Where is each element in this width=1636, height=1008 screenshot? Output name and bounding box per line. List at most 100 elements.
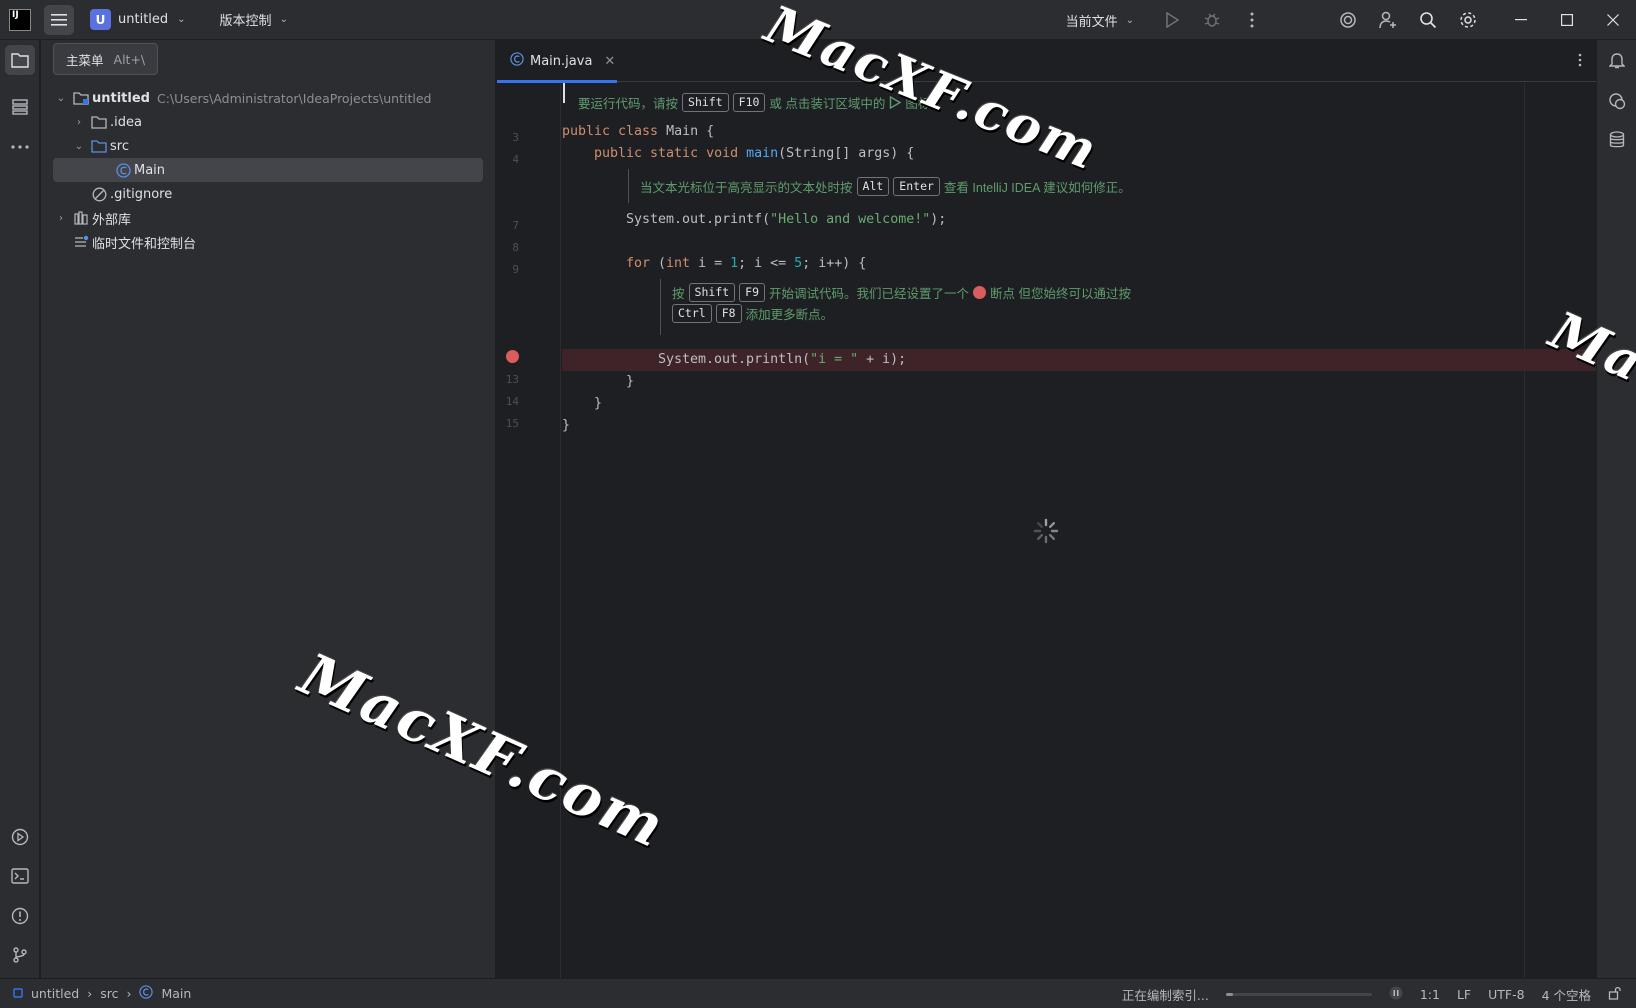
search-everywhere-button[interactable] [1415,7,1441,33]
terminal-tool-button[interactable] [5,861,35,891]
chevron-down-icon[interactable]: ⌄ [73,141,85,152]
hint-text: 添加更多断点。 [745,308,834,322]
structure-tool-button[interactable] [5,92,35,122]
close-window-button[interactable] [1590,0,1636,40]
keycap-ctrl: Ctrl [672,304,712,323]
hint-text: 或 点击装订区域中的 [769,97,886,111]
vcs-label: 版本控制 [219,14,272,29]
run-hint: 要运行代码，请按 Shift F10 或 点击装订区域中的 图标。 [578,93,943,112]
ai-assistant-button[interactable] [1335,7,1361,33]
tree-item-main[interactable]: Main [53,158,483,182]
debug-hint-line1: 按 Shift F9 开始调试代码。我们已经设置了一个 断点 但您始终可以通过按 [672,283,1131,302]
project-tool-button[interactable] [5,45,35,75]
tree-root-untitled[interactable]: ⌄ untitled C:\Users\Administrator\IdeaPr… [41,86,495,110]
chevron-right-icon[interactable]: › [55,213,67,224]
maximize-button[interactable] [1544,0,1590,40]
keycap-enter: Enter [893,177,940,196]
tab-main-java[interactable]: Main.java ✕ [497,40,617,83]
tree-item-label: 临时文件和控制台 [92,236,197,252]
tree-item-scratches[interactable]: 临时文件和控制台 [41,230,495,254]
code-line-12: System.out.println("i = " + i); [658,352,907,367]
java-class-icon [510,52,524,70]
breadcrumb-item[interactable]: src [100,986,118,1001]
keycap-shift: Shift [688,283,736,302]
breakpoint-icon[interactable] [506,350,519,363]
git-tool-button[interactable] [5,940,35,970]
minimize-icon [1515,19,1527,21]
keycap-shift: Shift [682,93,729,112]
library-icon [73,210,89,226]
line-number: 9 [512,263,519,276]
vcs-menu[interactable]: 版本控制 ⌄ [220,10,288,29]
tab-options-button[interactable] [1578,52,1582,71]
terminal-icon [11,868,29,884]
breakpoint-icon [973,286,987,299]
code-line-15: } [562,418,571,433]
read-only-toggle[interactable] [1608,986,1622,1003]
database-button[interactable] [1602,125,1632,155]
line-number: 13 [505,373,519,386]
module-icon [13,986,23,1001]
keycap-f10: F10 [732,93,766,112]
file-encoding[interactable]: UTF-8 [1488,987,1524,1002]
source-folder-icon [91,138,107,154]
hint-text: 图标。 [905,97,943,111]
line-separator[interactable]: LF [1457,987,1471,1002]
gear-icon [1460,12,1476,28]
warning-circle-icon [11,907,29,925]
hint-bar [660,279,661,335]
status-bar: untitled › src › Main 正在编制索引... 1:1 LF U… [0,978,1636,1008]
code-line-14: } [594,396,603,411]
ignored-file-icon [91,186,107,202]
chevron-right-icon: › [87,986,93,1001]
settings-button[interactable] [1455,7,1481,33]
pause-indexing-button[interactable] [1389,986,1403,1003]
chevron-right-icon[interactable]: › [73,117,85,128]
debug-hint-line2: Ctrl F8 添加更多断点。 [672,304,833,323]
editor-gutter[interactable]: 3 4 7 8 9 13 14 15 [497,83,561,978]
breadcrumb-item[interactable]: untitled [31,986,79,1001]
structure-icon [12,99,28,115]
hint-text: 断点 但您始终可以通过按 [990,287,1131,301]
right-tool-strip [1596,40,1636,978]
run-icon [1166,12,1179,28]
notifications-button[interactable] [1602,45,1632,75]
run-button[interactable] [1159,7,1185,33]
title-bar: IJ U untitled ⌄ 版本控制 ⌄ 当前文件 ⌄ [0,0,1636,40]
close-tab-icon[interactable]: ✕ [604,54,615,69]
run-tool-button[interactable] [5,822,35,852]
more-tools-button[interactable] [5,132,35,162]
project-name: untitled [118,12,169,27]
main-menu-button[interactable] [44,4,74,35]
problems-tool-button[interactable] [5,901,35,931]
run-config-selector[interactable]: 当前文件 ⌄ [1066,11,1134,30]
unlock-icon [1608,986,1621,1000]
caret-position[interactable]: 1:1 [1420,987,1440,1002]
code-line-13: } [626,374,635,389]
more-actions-button[interactable] [1239,7,1265,33]
text-caret [563,83,565,103]
git-branch-icon [13,947,27,963]
editor-tab-bar: Main.java ✕ [497,40,1596,83]
tree-item-src[interactable]: ⌄ src [41,134,495,158]
tree-item-label: src [110,138,129,154]
ai-chat-button[interactable] [1602,86,1632,116]
tree-item-external-libraries[interactable]: › 外部库 [41,206,495,230]
project-switcher[interactable]: U untitled ⌄ [90,9,186,30]
indent-setting[interactable]: 4 个空格 [1542,985,1591,1004]
code-editor[interactable]: 要运行代码，请按 Shift F10 或 点击装订区域中的 图标。 public… [562,83,1596,978]
search-icon [1420,12,1437,29]
bell-icon [1609,53,1625,69]
tree-item-gitignore[interactable]: .gitignore [41,182,495,206]
folder-icon [91,114,107,130]
java-class-icon [139,985,154,1002]
breadcrumb-item[interactable]: Main [161,986,191,1001]
chevron-down-icon: ⌄ [177,14,186,25]
code-with-me-button[interactable] [1375,7,1401,33]
minimize-button[interactable] [1498,0,1544,40]
tree-item-idea[interactable]: › .idea [41,110,495,134]
debug-button[interactable] [1199,7,1225,33]
chevron-down-icon[interactable]: ⌄ [55,93,67,104]
line-number: 8 [512,241,519,254]
chevron-down-icon: ⌄ [1125,14,1134,26]
